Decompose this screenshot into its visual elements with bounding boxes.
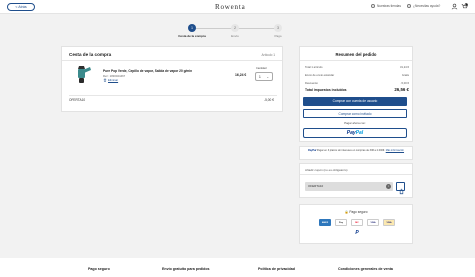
- mastercard-icon: MC: [351, 219, 363, 226]
- user-icon[interactable]: [451, 3, 458, 10]
- stores-link-label: Nuestras tiendas: [377, 4, 401, 8]
- paypal-more-info-link[interactable]: Más información: [386, 149, 404, 152]
- brand-logo[interactable]: Rowenta: [215, 3, 245, 11]
- payment-methods: AMEX Pay MC VISA VISA: [319, 219, 395, 226]
- paypal-button[interactable]: PayPal: [303, 128, 407, 138]
- paypal-icon: P: [355, 230, 359, 236]
- summary-row: Total 1 artículo 31,24 €: [305, 66, 409, 69]
- step-payment-number: 3: [274, 24, 282, 32]
- help-icon: [407, 4, 411, 8]
- amex-icon: AMEX: [319, 219, 331, 226]
- help-link-label: ¿Necesitas ayuda?: [413, 4, 441, 8]
- quantity-select[interactable]: 1 ⌄: [255, 72, 273, 81]
- summary-row-value: -5,00 €: [400, 82, 409, 85]
- secure-payment-label: Pago seguro: [349, 210, 368, 214]
- pay-with-label: Pagar ahora con:: [344, 121, 366, 125]
- coupon-card: Añadir cupón (no es obligatorio) OFERTA1…: [299, 163, 413, 198]
- footer-free-shipping: Envío gratuito para pedidos: [162, 267, 210, 271]
- divider: [300, 60, 412, 61]
- summary-total: Total impuestos incluidos 26,56 €: [305, 87, 409, 92]
- secure-payment-card: 🔒 Pago seguro AMEX Pay MC VISA VISA P: [299, 204, 413, 244]
- summary-row-label: Descuento: [305, 82, 318, 85]
- divider: [300, 174, 412, 175]
- visa-icon: VISA: [367, 219, 379, 226]
- step-payment: 3 Pago: [258, 24, 298, 38]
- summary-row: Descuento -5,00 €: [305, 82, 409, 85]
- secure-payment-title: 🔒 Pago seguro: [300, 210, 412, 214]
- divider: [69, 95, 277, 96]
- cart-title: Cesta de la compra: [69, 52, 112, 57]
- step-cart-number: 1: [188, 24, 196, 32]
- cart-card: Cesta de la compra Artículo 1 Pure Pop V…: [61, 46, 283, 112]
- trash-icon: [103, 78, 107, 82]
- summary-title: Resumen del pedido: [335, 52, 377, 57]
- summary-row-label: Total 1 artículo: [305, 66, 323, 69]
- remove-coupon-button[interactable]: [396, 182, 405, 195]
- step-payment-label: Pago: [274, 34, 282, 38]
- buy-with-account-button[interactable]: Comprar con cuenta de usuario: [303, 97, 407, 106]
- summary-row: Envío de envío estándar Gratis: [305, 74, 409, 77]
- offer-label: OFERTA10: [69, 98, 86, 102]
- paypal-logo-b: Pal: [355, 130, 364, 136]
- coupon-title: Añadir cupón (no es obligatorio): [305, 168, 348, 172]
- total-label: Total impuestos incluidos: [305, 88, 347, 92]
- quantity-value: 1: [259, 75, 261, 79]
- step-shipping-number: 2: [231, 24, 239, 32]
- summary-row-value: Gratis: [401, 74, 409, 77]
- product-price: 16,24 €: [235, 73, 247, 77]
- coupon-input[interactable]: OFERTA10: [305, 182, 393, 191]
- footer: Pago seguro Envío gratuito para pedidos …: [0, 258, 475, 277]
- step-cart-label: Cesta de la compra: [178, 34, 206, 38]
- top-header: < Atrás Rowenta Nuestras tiendas ¿Necesi…: [0, 0, 475, 14]
- footer-terms[interactable]: Condiciones generales de venta: [338, 267, 393, 271]
- offer-value: -5,00 €: [264, 98, 274, 102]
- step-cart: 1 Cesta de la compra: [172, 24, 212, 38]
- total-value: 26,56 €: [394, 87, 409, 92]
- product-image[interactable]: [69, 64, 94, 84]
- cart-item-count: Artículo 1: [261, 53, 275, 57]
- clear-coupon-icon[interactable]: ×: [386, 184, 391, 189]
- summary-row-value: 31,24 €: [400, 66, 409, 69]
- paypal-note-brand: PayPal: [307, 149, 317, 152]
- cart-count: 1: [465, 3, 467, 7]
- apple-pay-icon: Pay: [335, 219, 347, 226]
- stores-link[interactable]: Nuestras tiendas: [371, 4, 401, 8]
- help-link[interactable]: ¿Necesitas ayuda?: [407, 4, 440, 8]
- chevron-down-icon: ⌄: [266, 75, 269, 79]
- delete-item-link[interactable]: Eliminar: [103, 78, 118, 82]
- footer-secure-payment: Pago seguro: [88, 267, 110, 271]
- paypal-logo-a: Pay: [346, 130, 356, 136]
- trash-icon: [399, 188, 404, 195]
- back-button[interactable]: < Atrás: [7, 3, 35, 11]
- location-icon: [371, 4, 375, 8]
- step-shipping: 2 Envío: [215, 24, 255, 38]
- product-name[interactable]: Pure Pop Verde, Cepillo de vapor, Salida…: [103, 69, 203, 73]
- delete-item-label: Eliminar: [108, 78, 119, 82]
- paypal-installments-note: PayPal Pagar en 3 plazos sin intereses e…: [299, 146, 413, 160]
- divider: [62, 60, 282, 61]
- step-shipping-label: Envío: [231, 34, 239, 38]
- summary-row-label: Envío de envío estándar: [305, 74, 335, 77]
- quantity-label: Cantidad: [256, 67, 267, 70]
- footer-privacy-policy[interactable]: Política de privacidad: [258, 267, 295, 271]
- visa-electron-icon: VISA: [383, 219, 395, 226]
- buy-as-guest-button[interactable]: Comprar como invitado: [303, 109, 407, 118]
- paypal-note-text: Pagar en 3 plazos sin intereses en compr…: [316, 149, 385, 152]
- lock-icon: 🔒: [344, 210, 349, 214]
